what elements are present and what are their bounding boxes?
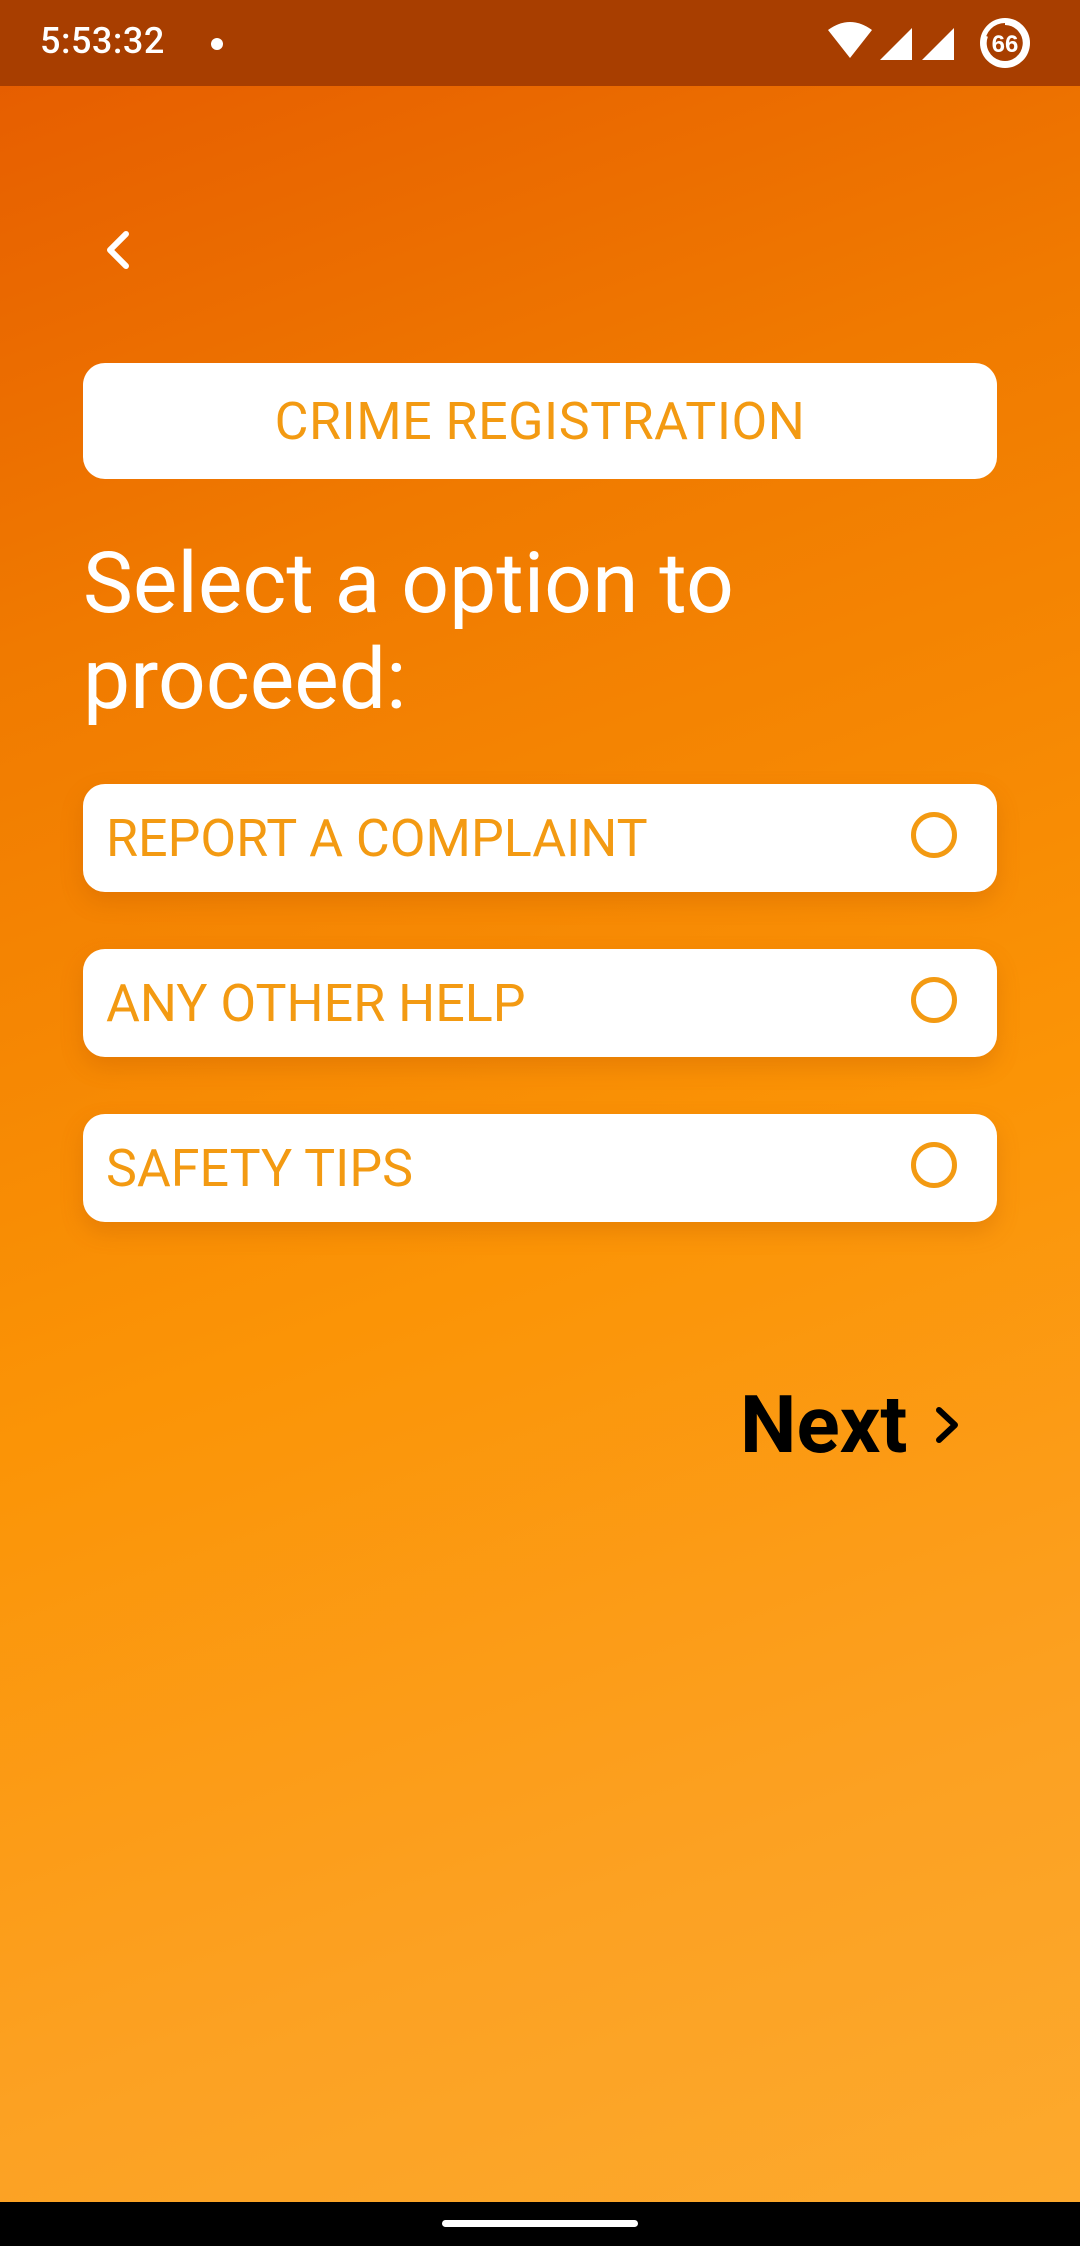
notification-dot-icon [211,38,223,50]
screen: 5:53:32 66 CRIME REGISTRATION Select a o… [0,0,1080,2246]
chevron-right-icon [936,1407,959,1443]
next-button[interactable]: Next [740,1375,965,1475]
option-report-a-complaint[interactable]: REPORT A COMPLAINT [83,784,997,892]
status-time: 5:53:32 [40,20,165,62]
chevron-left-icon [107,231,129,269]
prompt-text: Select a option to proceed: [83,534,734,729]
radio-button[interactable] [911,1142,957,1188]
option-label: ANY OTHER HELP [106,972,526,1034]
page-title: CRIME REGISTRATION [83,363,997,479]
radio-button[interactable] [911,977,957,1023]
back-button[interactable] [92,222,148,278]
next-label: Next [740,1378,908,1472]
radio-button[interactable] [911,812,957,858]
battery-icon: 66 [980,18,1030,68]
option-any-other-help[interactable]: ANY OTHER HELP [83,949,997,1057]
status-bar: 5:53:32 66 [0,0,1080,86]
navigation-bar [0,2202,1080,2246]
wifi-icon [828,22,872,58]
option-label: SAFETY TIPS [106,1137,413,1199]
option-safety-tips[interactable]: SAFETY TIPS [83,1114,997,1222]
home-gesture-handle[interactable] [442,2220,638,2227]
status-icons: 66 [826,14,1036,72]
option-label: REPORT A COMPLAINT [106,807,648,869]
signal-icon [922,28,954,60]
signal-icon [880,28,912,60]
battery-level: 66 [992,31,1019,58]
